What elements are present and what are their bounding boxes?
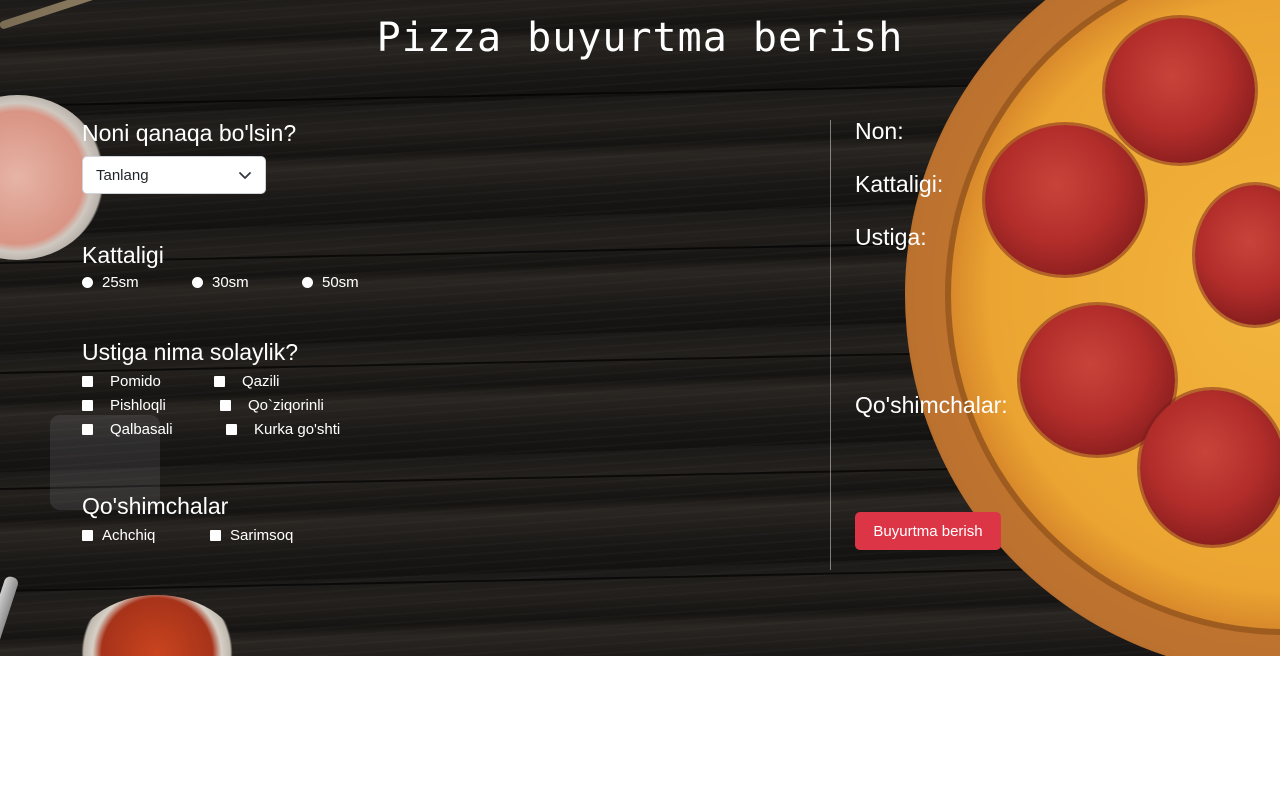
pepperoni-decoration xyxy=(1140,390,1280,545)
topping-qazili[interactable]: Qazili xyxy=(214,369,280,393)
order-button[interactable]: Buyurtma berish xyxy=(855,512,1001,550)
checkbox[interactable] xyxy=(82,423,93,435)
pepperoni-decoration xyxy=(985,125,1145,275)
topping-pomido[interactable]: Pomido xyxy=(82,369,161,393)
topping-kurka[interactable]: Kurka go'shti xyxy=(226,417,340,441)
checkbox[interactable] xyxy=(82,399,93,411)
size-option-label: 25sm xyxy=(102,274,139,291)
extra-label: Achchiq xyxy=(102,526,156,544)
checkbox[interactable] xyxy=(82,529,93,541)
topping-label: Pomido xyxy=(110,372,161,390)
size-option-25[interactable]: 25sm xyxy=(82,274,192,291)
size-heading: Kattaligi xyxy=(82,242,164,268)
knife-decoration xyxy=(0,575,20,656)
size-options: 25sm 30sm 50sm xyxy=(82,274,782,291)
checkbox[interactable] xyxy=(82,375,93,387)
column-divider xyxy=(830,120,831,570)
size-option-label: 30sm xyxy=(212,274,249,291)
topping-label: Qalbasali xyxy=(110,420,173,438)
radio-button[interactable] xyxy=(192,277,203,288)
summary-size-label: Kattaligi: xyxy=(855,171,944,197)
extras-heading: Qo'shimchalar xyxy=(82,493,229,519)
toppings-options: Pomido Qazili Pishloqli Qo`ziqorinli Qal… xyxy=(82,369,782,441)
page-title: Pizza buyurtma berish xyxy=(376,15,904,61)
topping-qoziqorinli[interactable]: Qo`ziqorinli xyxy=(220,393,324,417)
summary-bread-label: Non: xyxy=(855,118,904,144)
toppings-heading: Ustiga nima solaylik? xyxy=(82,339,299,365)
checkbox[interactable] xyxy=(210,529,221,541)
size-option-30[interactable]: 30sm xyxy=(192,274,302,291)
extra-label: Sarimsoq xyxy=(230,526,294,544)
dough-select-value: Tanlang xyxy=(96,166,149,184)
extra-achchiq[interactable]: Achchiq xyxy=(82,523,155,547)
dough-heading: Noni qanaqa bo'lsin? xyxy=(82,120,297,146)
topping-label: Qo`ziqorinli xyxy=(248,396,324,414)
size-option-50[interactable]: 50sm xyxy=(302,274,359,291)
topping-label: Kurka go'shti xyxy=(254,420,341,438)
summary-toppings-label: Ustiga: xyxy=(855,224,927,250)
dough-select[interactable]: Tanlang xyxy=(82,156,266,194)
order-form: Noni qanaqa bo'lsin? Tanlang Kattaligi 2… xyxy=(82,118,782,547)
radio-button[interactable] xyxy=(82,277,93,288)
topping-label: Qazili xyxy=(242,372,280,390)
topping-label: Pishloqli xyxy=(110,396,166,414)
hero-background: Pizza buyurtma berish Noni qanaqa bo'lsi… xyxy=(0,0,1280,656)
chili-bowl-decoration xyxy=(72,595,242,656)
radio-button[interactable] xyxy=(302,277,313,288)
extra-sarimsoq[interactable]: Sarimsoq xyxy=(210,523,293,547)
chevron-down-icon xyxy=(239,172,251,179)
topping-qalbasali[interactable]: Qalbasali xyxy=(82,417,173,441)
checkbox[interactable] xyxy=(214,375,225,387)
size-option-label: 50sm xyxy=(322,274,359,291)
toppings-row: Pomido Qazili xyxy=(82,369,782,393)
checkbox[interactable] xyxy=(220,399,231,411)
topping-pishloqli[interactable]: Pishloqli xyxy=(82,393,166,417)
summary-extras-label: Qo'shimchalar: xyxy=(855,392,1008,418)
toppings-row: Qalbasali Kurka go'shti xyxy=(82,417,782,441)
checkbox[interactable] xyxy=(226,423,237,435)
extras-options: Achchiq Sarimsoq xyxy=(82,523,782,547)
toppings-row: Pishloqli Qo`ziqorinli xyxy=(82,393,782,417)
